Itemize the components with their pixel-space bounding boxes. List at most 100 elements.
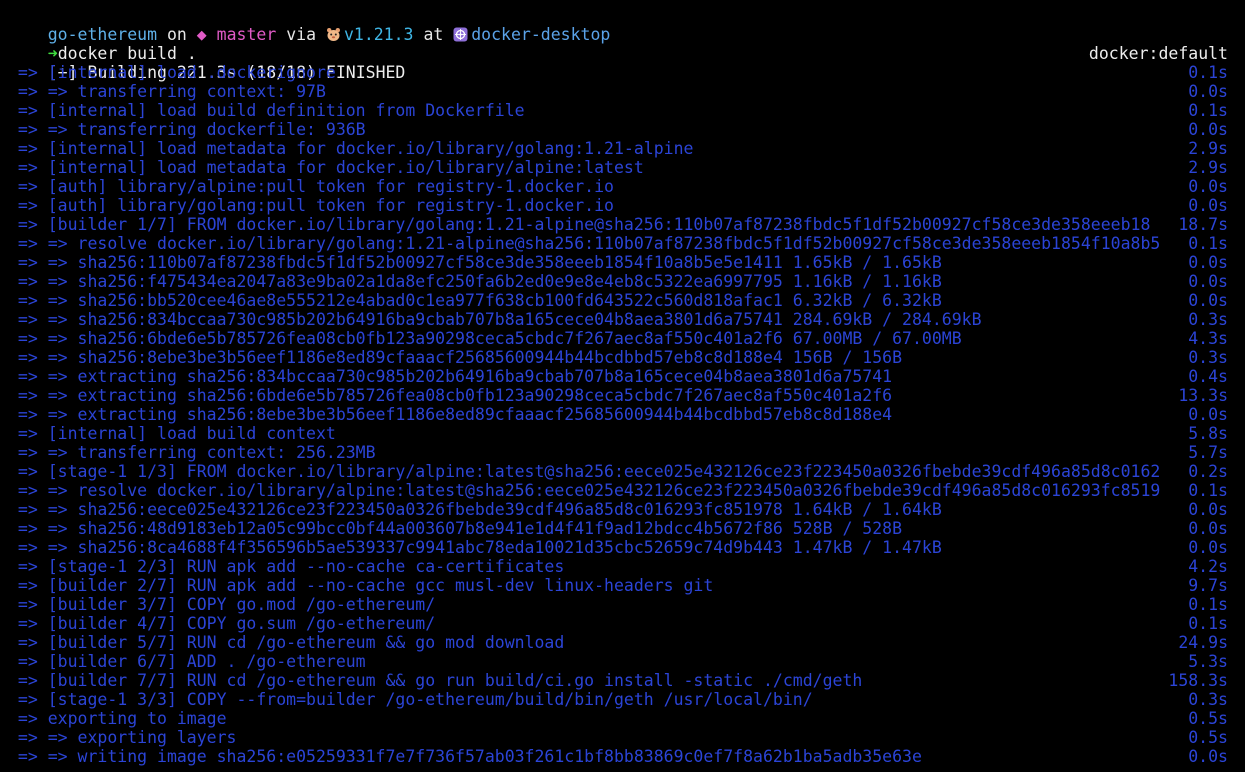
build-step-time: 5.3s (1188, 652, 1228, 671)
terminal-window[interactable]: go-ethereum on ◆ master via v1.21.3 at d… (0, 0, 1245, 772)
build-step-text: => => resolve docker.io/library/alpine:l… (8, 481, 1161, 500)
build-step-line: => [internal] load build definition from… (8, 101, 1245, 120)
build-step-text: => => extracting sha256:834bccaa730c985b… (8, 367, 893, 386)
build-step-time: 0.5s (1188, 709, 1228, 728)
build-step-line: => => sha256:6bde6e5b785726fea08cb0fb123… (8, 329, 1245, 348)
prompt-line: go-ethereum on ◆ master via v1.21.3 at d… (8, 6, 1245, 44)
build-step-text: => => resolve docker.io/library/golang:1… (8, 234, 1161, 253)
build-step-line: => [internal] load .dockerignore 0.1s (8, 63, 1245, 82)
build-step-text: => => sha256:f475434ea2047a83e9ba02a1da8… (8, 272, 942, 291)
build-step-text: => => extracting sha256:6bde6e5b785726fe… (8, 386, 893, 405)
build-step-time: 9.7s (1188, 576, 1228, 595)
build-step-line: => [builder 6/7] ADD . /go-ethereum 5.3s (8, 652, 1245, 671)
build-step-time: 0.1s (1188, 481, 1228, 500)
build-step-time: 0.3s (1188, 690, 1228, 709)
build-step-line: => => resolve docker.io/library/alpine:l… (8, 481, 1245, 500)
build-step-text: => [builder 2/7] RUN apk add --no-cache … (8, 576, 714, 595)
build-step-time: 0.0s (1188, 196, 1228, 215)
build-step-text: => => sha256:8ca4688f4f356596b5ae539337c… (8, 538, 942, 557)
build-step-line: => => transferring dockerfile: 936B 0.0s (8, 120, 1245, 139)
build-step-line: => => sha256:bb520cee46ae8e555212e4abad0… (8, 291, 1245, 310)
build-step-time: 5.8s (1188, 424, 1228, 443)
build-step-time: 4.3s (1188, 329, 1228, 348)
build-step-text: => [stage-1 1/3] FROM docker.io/library/… (8, 462, 1161, 481)
build-step-time: 0.1s (1188, 234, 1228, 253)
build-step-time: 13.3s (1178, 386, 1228, 405)
build-step-line: => [internal] load metadata for docker.i… (8, 139, 1245, 158)
build-step-time: 2.9s (1188, 139, 1228, 158)
build-step-line: => => sha256:834bccaa730c985b202b64916ba… (8, 310, 1245, 329)
build-step-line: => => transferring context: 97B 0.0s (8, 82, 1245, 101)
build-step-line: => exporting to image 0.5s (8, 709, 1245, 728)
build-step-line: => [internal] load metadata for docker.i… (8, 158, 1245, 177)
build-step-line: => [builder 5/7] RUN cd /go-ethereum && … (8, 633, 1245, 652)
build-step-text: => => transferring dockerfile: 936B (8, 120, 366, 139)
build-step-text: => => writing image sha256:e05259331f7e7… (8, 747, 922, 766)
build-step-text: => => transferring context: 256.23MB (8, 443, 376, 462)
build-step-line: => [auth] library/golang:pull token for … (8, 196, 1245, 215)
build-step-time: 0.0s (1188, 272, 1228, 291)
build-step-line: => => transferring context: 256.23MB 5.7s (8, 443, 1245, 462)
build-step-line: => => sha256:f475434ea2047a83e9ba02a1da8… (8, 272, 1245, 291)
build-output: => [internal] load .dockerignore 0.1s => … (8, 63, 1245, 766)
build-step-line: => [builder 2/7] RUN apk add --no-cache … (8, 576, 1245, 595)
build-step-time: 24.9s (1178, 633, 1228, 652)
build-step-line: => [builder 4/7] COPY go.sum /go-ethereu… (8, 614, 1245, 633)
build-step-time: 4.2s (1188, 557, 1228, 576)
build-step-time: 158.3s (1168, 671, 1228, 690)
build-step-time: 0.0s (1188, 500, 1228, 519)
build-step-text: => => sha256:8ebe3be3b56eef1186e8ed89cfa… (8, 348, 903, 367)
build-step-text: => exporting to image (8, 709, 227, 728)
build-step-text: => => sha256:bb520cee46ae8e555212e4abad0… (8, 291, 942, 310)
build-step-time: 0.3s (1188, 348, 1228, 367)
build-step-line: => => exporting layers 0.5s (8, 728, 1245, 747)
build-step-text: => => exporting layers (8, 728, 237, 747)
build-step-time: 0.2s (1188, 462, 1228, 481)
build-step-line: => => sha256:8ca4688f4f356596b5ae539337c… (8, 538, 1245, 557)
build-step-text: => [stage-1 2/3] RUN apk add --no-cache … (8, 557, 565, 576)
build-step-text: => => sha256:834bccaa730c985b202b64916ba… (8, 310, 982, 329)
build-step-text: => [builder 3/7] COPY go.mod /go-ethereu… (8, 595, 436, 614)
build-step-line: => => sha256:eece025e432126ce23f223450a0… (8, 500, 1245, 519)
build-step-time: 0.0s (1188, 747, 1228, 766)
build-step-line: => => sha256:110b07af87238fbdc5f1df52b00… (8, 253, 1245, 272)
build-step-time: 0.1s (1188, 101, 1228, 120)
build-step-time: 0.0s (1188, 177, 1228, 196)
build-step-text: => => sha256:48d9183eb12a05c99bcc0bf44a0… (8, 519, 903, 538)
build-step-time: 2.9s (1188, 158, 1228, 177)
build-step-time: 0.0s (1188, 253, 1228, 272)
build-step-time: 0.0s (1188, 291, 1228, 310)
build-step-text: => [internal] load metadata for docker.i… (8, 139, 694, 158)
build-step-text: => => transferring context: 97B (8, 82, 326, 101)
build-step-text: => [builder 7/7] RUN cd /go-ethereum && … (8, 671, 863, 690)
build-step-text: => [builder 1/7] FROM docker.io/library/… (8, 215, 1151, 234)
build-step-text: => => sha256:110b07af87238fbdc5f1df52b00… (8, 253, 942, 272)
build-step-time: 18.7s (1178, 215, 1228, 234)
build-step-time: 0.1s (1188, 614, 1228, 633)
build-step-text: => [builder 4/7] COPY go.sum /go-ethereu… (8, 614, 436, 633)
build-step-text: => [auth] library/alpine:pull token for … (8, 177, 614, 196)
build-step-line: => [stage-1 1/3] FROM docker.io/library/… (8, 462, 1245, 481)
build-step-text: => [internal] load build context (8, 424, 336, 443)
build-step-line: => [internal] load build context 5.8s (8, 424, 1245, 443)
build-step-text: => [internal] load build definition from… (8, 101, 525, 120)
build-step-line: => => extracting sha256:8ebe3be3b56eef11… (8, 405, 1245, 424)
build-step-line: => => resolve docker.io/library/golang:1… (8, 234, 1245, 253)
build-step-text: => [stage-1 3/3] COPY --from=builder /go… (8, 690, 813, 709)
command-line[interactable]: ➜docker build . (8, 25, 1245, 63)
build-step-time: 0.0s (1188, 519, 1228, 538)
build-step-text: => => sha256:6bde6e5b785726fea08cb0fb123… (8, 329, 962, 348)
build-step-time: 0.1s (1188, 595, 1228, 614)
build-step-time: 0.1s (1188, 63, 1228, 82)
build-step-time: 0.0s (1188, 405, 1228, 424)
build-step-line: => [builder 7/7] RUN cd /go-ethereum && … (8, 671, 1245, 690)
build-step-text: => => extracting sha256:8ebe3be3b56eef11… (8, 405, 893, 424)
build-status-header: [+] Building 221.3s (18/18) FINISHED doc… (8, 44, 1245, 82)
build-step-time: 0.0s (1188, 538, 1228, 557)
build-step-line: => [stage-1 2/3] RUN apk add --no-cache … (8, 557, 1245, 576)
build-step-line: => [stage-1 3/3] COPY --from=builder /go… (8, 690, 1245, 709)
build-step-time: 0.3s (1188, 310, 1228, 329)
build-step-text: => [builder 6/7] ADD . /go-ethereum (8, 652, 366, 671)
build-step-line: => => writing image sha256:e05259331f7e7… (8, 747, 1245, 766)
build-step-text: => [auth] library/golang:pull token for … (8, 196, 614, 215)
